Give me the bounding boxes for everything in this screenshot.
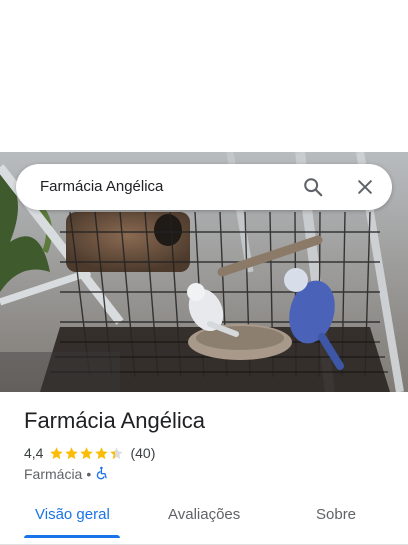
rating-row[interactable]: 4,4 (40) [24, 445, 155, 461]
category-label[interactable]: Farmácia [24, 466, 82, 482]
place-title: Farmácia Angélica [24, 408, 205, 433]
tab-visao-geral[interactable]: Visão geral [35, 506, 110, 523]
star-icon [80, 446, 94, 459]
wheelchair-icon [95, 466, 109, 483]
star-icon [50, 446, 64, 459]
separator-dot: • [86, 466, 92, 482]
review-count[interactable]: (40) [130, 445, 155, 461]
search-bar[interactable]: Farmácia Angélica [16, 164, 392, 210]
category-row: Farmácia • [24, 466, 109, 482]
star-icon [110, 446, 124, 459]
tab-avaliacoes[interactable]: Avaliações [168, 506, 240, 523]
close-icon[interactable] [355, 177, 375, 197]
tab-sobre[interactable]: Sobre [316, 506, 356, 523]
search-icon[interactable] [302, 176, 324, 198]
star-icon [95, 446, 109, 459]
rating-value: 4,4 [24, 445, 44, 461]
search-input[interactable]: Farmácia Angélica [40, 178, 163, 195]
star-icon [65, 446, 79, 459]
star-rating [49, 446, 124, 461]
active-tab-indicator [24, 535, 120, 538]
